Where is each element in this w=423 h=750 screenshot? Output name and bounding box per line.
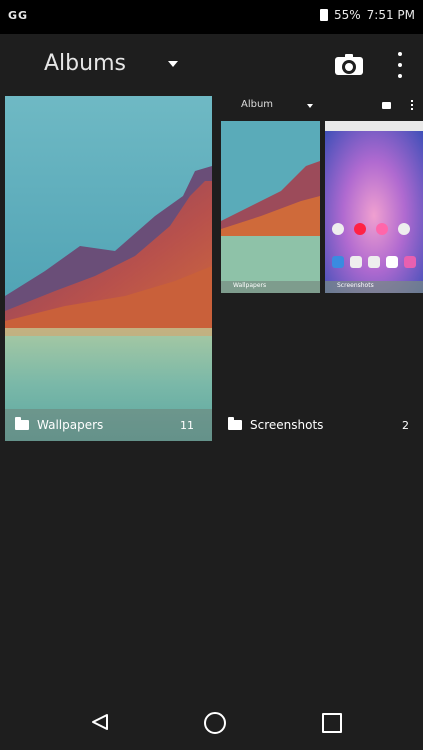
navigation-bar [0, 692, 423, 750]
album-tile-wallpapers[interactable]: Wallpapers 11 [5, 96, 212, 441]
album-footer-screenshots[interactable]: Screenshots 2 [218, 409, 423, 441]
status-bar: GG 55% 7:51 PM [0, 0, 423, 34]
mini-footer: Wallpapers [221, 281, 320, 293]
mini-album-name: Wallpapers [233, 282, 267, 289]
mini-album-name: Screenshots [337, 282, 374, 289]
clock: 7:51 PM [366, 8, 415, 22]
album-count: 2 [402, 418, 409, 432]
mini-dropdown-icon [307, 104, 313, 108]
battery-icon [319, 9, 328, 21]
album-spinner-label: Albums [44, 51, 126, 76]
recents-icon[interactable] [322, 713, 342, 733]
folder-icon [15, 417, 29, 430]
dropdown-arrow-icon [167, 60, 178, 67]
album-name: Wallpapers [37, 418, 104, 432]
mini-screenshot-thumbnail [325, 121, 423, 293]
camera-icon-bump [345, 54, 353, 59]
album-spinner[interactable]: Albums [44, 51, 178, 76]
battery-percent: 55% [333, 8, 361, 22]
mini-album-label: Album [241, 99, 274, 110]
folder-icon [228, 417, 242, 430]
more-vert-icon [398, 52, 402, 56]
mini-wallpaper-thumbnail [221, 121, 320, 293]
home-icon[interactable] [204, 712, 226, 734]
screen: GG 55% 7:51 PM Albums Wallpapers 11 Albu… [0, 0, 423, 750]
mini-app-bar: Album [221, 96, 423, 116]
back-icon[interactable] [90, 713, 110, 731]
camera-button[interactable] [335, 54, 363, 76]
more-vert-icon-dot [398, 74, 402, 78]
wallpaper-thumbnail [5, 96, 212, 441]
app-bar: Albums [0, 34, 423, 96]
carrier-label: GG [8, 9, 29, 22]
status-right: 55% 7:51 PM [319, 8, 415, 22]
mini-footer: Screenshots [325, 281, 423, 293]
mini-more-icon [411, 100, 413, 111]
mini-screenshot-tile: Screenshots [325, 121, 423, 293]
album-name: Screenshots [250, 418, 324, 432]
mini-camera-icon [382, 102, 391, 109]
more-options-button[interactable] [396, 52, 404, 78]
album-count: 11 [180, 418, 194, 432]
more-vert-icon-dot [398, 63, 402, 67]
mini-wallpaper-tile: Wallpapers [221, 121, 320, 293]
album-footer: Wallpapers 11 [5, 409, 212, 441]
album-tile-screenshots[interactable]: Album Wallpapers Screenshots [221, 96, 423, 296]
camera-icon-lens-inner [345, 63, 353, 71]
